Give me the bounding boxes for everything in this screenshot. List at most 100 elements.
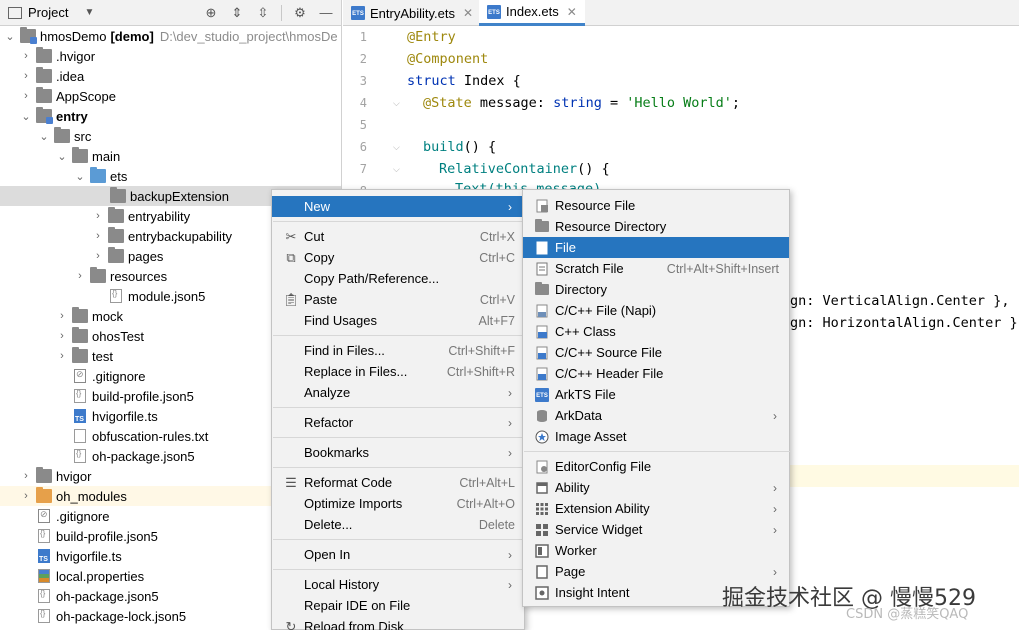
menu-item-paste[interactable]: 📋︎ Paste Ctrl+V	[272, 289, 524, 310]
fold-marker-icon[interactable]: ⌵	[393, 142, 400, 153]
fold-marker-icon[interactable]: ⌵	[393, 164, 400, 175]
chevron-right-icon[interactable]: ›	[20, 70, 32, 82]
chevron-right-icon[interactable]: ›	[92, 230, 104, 242]
tab-entryability[interactable]: ETS EntryAbility.ets ✕	[343, 0, 481, 26]
chevron-down-icon[interactable]: ⌄	[4, 30, 16, 43]
menu-item-reformat-code[interactable]: ☰ Reformat Code Ctrl+Alt+L	[272, 472, 524, 493]
menu-item-label: File	[555, 240, 576, 255]
chevron-right-icon[interactable]: ›	[20, 490, 32, 502]
close-icon[interactable]: ✕	[463, 6, 473, 20]
chevron-down-icon[interactable]: ⌄	[56, 150, 68, 163]
tree-item-main[interactable]: ⌄ main	[0, 146, 341, 166]
chevron-right-icon[interactable]: ›	[56, 350, 68, 362]
tree-item-label: oh-package.json5	[92, 448, 195, 464]
menu-item-optimize-imports[interactable]: Optimize Imports Ctrl+Alt+O	[272, 493, 524, 514]
menu-item-refactor[interactable]: Refactor ›	[272, 412, 524, 433]
menu-item-copy-path[interactable]: Copy Path/Reference...	[272, 268, 524, 289]
excluded-folder-icon	[36, 487, 52, 503]
expand-all-icon[interactable]: ⇕	[229, 5, 245, 21]
line-number: 7	[359, 162, 367, 176]
menu-separator	[273, 569, 525, 570]
menu-item-service-widget[interactable]: Service Widget ›	[523, 519, 789, 540]
menu-item-ability[interactable]: Ability ›	[523, 477, 789, 498]
menu-item-scratch-file[interactable]: Scratch File Ctrl+Alt+Shift+Insert	[523, 258, 789, 279]
menu-item-cut[interactable]: ✂ Cut Ctrl+X	[272, 226, 524, 247]
menu-item-shortcut: Ctrl+Alt+Shift+Insert	[666, 261, 779, 276]
tree-item-hvigor-dir[interactable]: › .hvigor	[0, 46, 341, 66]
chevron-right-icon[interactable]: ›	[56, 330, 68, 342]
chevron-right-icon[interactable]: ›	[92, 210, 104, 222]
menu-item-resource-directory[interactable]: Resource Directory	[523, 216, 789, 237]
chevron-right-icon[interactable]: ›	[74, 270, 86, 282]
json-file-icon	[38, 589, 50, 603]
menu-item-label: Replace in Files...	[304, 364, 408, 379]
project-view-title[interactable]: Project	[28, 5, 68, 20]
tree-item-label: entryability	[128, 208, 191, 224]
chevron-right-icon[interactable]: ›	[20, 90, 32, 102]
menu-item-label: Delete...	[304, 517, 353, 532]
menu-item-cpp-class[interactable]: C++ Class	[523, 321, 789, 342]
chevron-down-icon[interactable]: ⌄	[38, 130, 50, 143]
tree-item-appscope[interactable]: › AppScope	[0, 86, 341, 106]
chevron-right-icon[interactable]: ›	[20, 50, 32, 62]
locate-icon[interactable]: ⊕	[203, 5, 219, 21]
menu-item-find-usages[interactable]: Find Usages Alt+F7	[272, 310, 524, 331]
source-folder-icon	[90, 167, 106, 183]
menu-item-open-in[interactable]: Open In ›	[272, 544, 524, 565]
menu-item-analyze[interactable]: Analyze ›	[272, 382, 524, 403]
menu-item-worker[interactable]: Worker	[523, 540, 789, 561]
menu-item-c-header[interactable]: C/C++ Header File	[523, 363, 789, 384]
tree-item-ets[interactable]: ⌄ ets	[0, 166, 341, 186]
menu-item-page[interactable]: Page ›	[523, 561, 789, 582]
chevron-down-icon[interactable]: ⌄	[74, 170, 86, 183]
chevron-right-icon[interactable]: ›	[20, 470, 32, 482]
menu-item-arkts-file[interactable]: ETS ArkTS File	[523, 384, 789, 405]
menu-item-label: Copy Path/Reference...	[304, 271, 440, 286]
tree-item-label: build-profile.json5	[56, 528, 158, 544]
menu-item-resource-file[interactable]: Resource File	[523, 195, 789, 216]
menu-item-extension-ability[interactable]: Extension Ability ›	[523, 498, 789, 519]
menu-item-local-history[interactable]: Local History ›	[272, 574, 524, 595]
reload-icon: ↻	[285, 618, 297, 630]
type-token: string	[553, 95, 602, 111]
menu-item-bookmarks[interactable]: Bookmarks ›	[272, 442, 524, 463]
menu-item-reload-from-disk[interactable]: ↻ Reload from Disk	[272, 616, 524, 630]
gear-icon[interactable]: ⚙	[292, 5, 308, 21]
tree-item-label: src	[74, 128, 92, 144]
tree-item-idea[interactable]: › .idea	[0, 66, 341, 86]
menu-item-arkdata[interactable]: ArkData ›	[523, 405, 789, 426]
menu-item-image-asset[interactable]: Image Asset	[523, 426, 789, 447]
minimize-icon[interactable]: —	[318, 5, 334, 21]
menu-item-replace-in-files[interactable]: Replace in Files... Ctrl+Shift+R	[272, 361, 524, 382]
chevron-down-icon[interactable]: ⌄	[20, 110, 32, 123]
chevron-right-icon[interactable]: ›	[92, 250, 104, 262]
close-icon[interactable]: ✕	[567, 5, 577, 19]
menu-separator	[273, 467, 525, 468]
menu-item-delete[interactable]: Delete... Delete	[272, 514, 524, 535]
menu-item-new[interactable]: New ›	[272, 196, 524, 217]
menu-item-editorconfig[interactable]: EditorConfig File	[523, 456, 789, 477]
tree-item-src[interactable]: ⌄ src	[0, 126, 341, 146]
menu-item-cpp-napi[interactable]: C/C++ File (Napi)	[523, 300, 789, 321]
tree-item-label: hvigorfile.ts	[92, 408, 158, 424]
tree-item-entry[interactable]: ⌄ entry	[0, 106, 341, 126]
menu-item-copy[interactable]: ⧉ Copy Ctrl+C	[272, 247, 524, 268]
tree-item-root[interactable]: ⌄ hmosDemo [demo] D:\dev_studio_project\…	[0, 26, 341, 46]
fold-marker-icon[interactable]: ⌵	[393, 98, 400, 109]
cpp-napi-icon	[534, 303, 550, 319]
menu-item-label: Extension Ability	[555, 501, 650, 516]
menu-item-c-source[interactable]: C/C++ Source File	[523, 342, 789, 363]
collapse-all-icon[interactable]: ⇳	[255, 5, 271, 21]
menu-item-repair-ide[interactable]: Repair IDE on File	[272, 595, 524, 616]
menu-item-directory[interactable]: Directory	[523, 279, 789, 300]
chevron-down-icon[interactable]: ▼	[84, 7, 94, 18]
chevron-right-icon[interactable]: ›	[56, 310, 68, 322]
menu-item-file[interactable]: File	[523, 237, 789, 258]
code-line-2: @Component	[407, 51, 489, 67]
menu-item-find-in-files[interactable]: Find in Files... Ctrl+Shift+F	[272, 340, 524, 361]
tab-index[interactable]: ETS Index.ets ✕	[479, 0, 585, 26]
image-asset-icon	[534, 429, 550, 445]
tree-item-label: build-profile.json5	[92, 388, 194, 404]
tree-item-label: hvigor	[56, 468, 92, 484]
chevron-right-icon: ›	[773, 501, 777, 516]
